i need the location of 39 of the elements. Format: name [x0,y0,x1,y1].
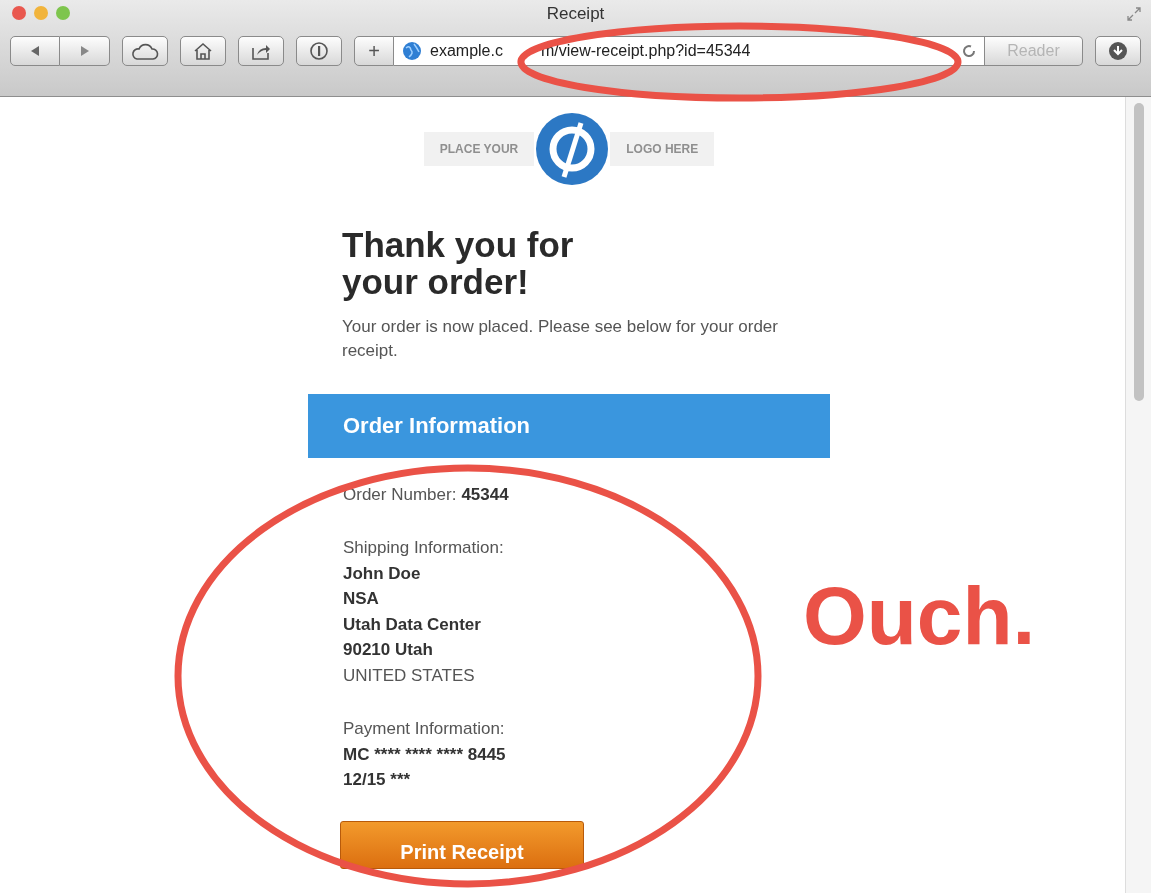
logo-text: LOGO HERE [610,132,715,166]
cloud-icon [131,41,159,61]
intro-text: Your order is now placed. Please see below for your order receipt. [342,315,779,363]
shipping-line: Utah Data Center [343,614,481,634]
fullscreen-icon[interactable] [1127,7,1141,21]
payment-line: 12/15 *** [343,770,411,790]
window-control-button[interactable] [12,6,26,20]
home-icon [192,41,214,61]
shipping-line: John Doe [343,563,421,583]
logo-text: PLACE YOUR [423,132,535,166]
url-text: example.c [430,41,503,61]
shipping-line: 90210 Utah [343,640,433,660]
section-title: Order Information [343,412,530,441]
cloud-button[interactable] [122,36,168,66]
share-button[interactable] [238,36,284,66]
scrollbar-thumb[interactable] [1133,103,1144,401]
page-heading: Thank you for your order! [342,227,575,301]
url-text: m/view-receipt.php?id=45344 [540,41,751,61]
globe-icon [402,41,422,61]
scrollbar[interactable] [1125,97,1151,893]
download-icon [1108,41,1128,61]
shipping-line: UNITED STATES [343,665,475,685]
info-button[interactable] [296,36,342,66]
info-icon [309,41,329,61]
window-title: Receipt [546,4,605,23]
downloads-button[interactable] [1095,36,1141,66]
address-field[interactable]: example.c m/view-receipt.php?id=45344 [394,36,985,66]
order-number: 45344 [461,484,509,504]
annotation-text: Ouch. [803,575,1036,657]
shipping-line: NSA [343,589,379,609]
reload-icon[interactable] [962,44,976,58]
shipping-label: Shipping Information: [343,538,504,558]
forward-button[interactable] [60,36,110,66]
add-button[interactable]: + [354,36,394,66]
payment-line: MC **** **** **** 8445 [343,744,506,764]
logo-icon [534,111,611,187]
home-button[interactable] [180,36,226,66]
payment-label: Payment Information: [343,719,505,739]
back-button[interactable] [10,36,60,66]
